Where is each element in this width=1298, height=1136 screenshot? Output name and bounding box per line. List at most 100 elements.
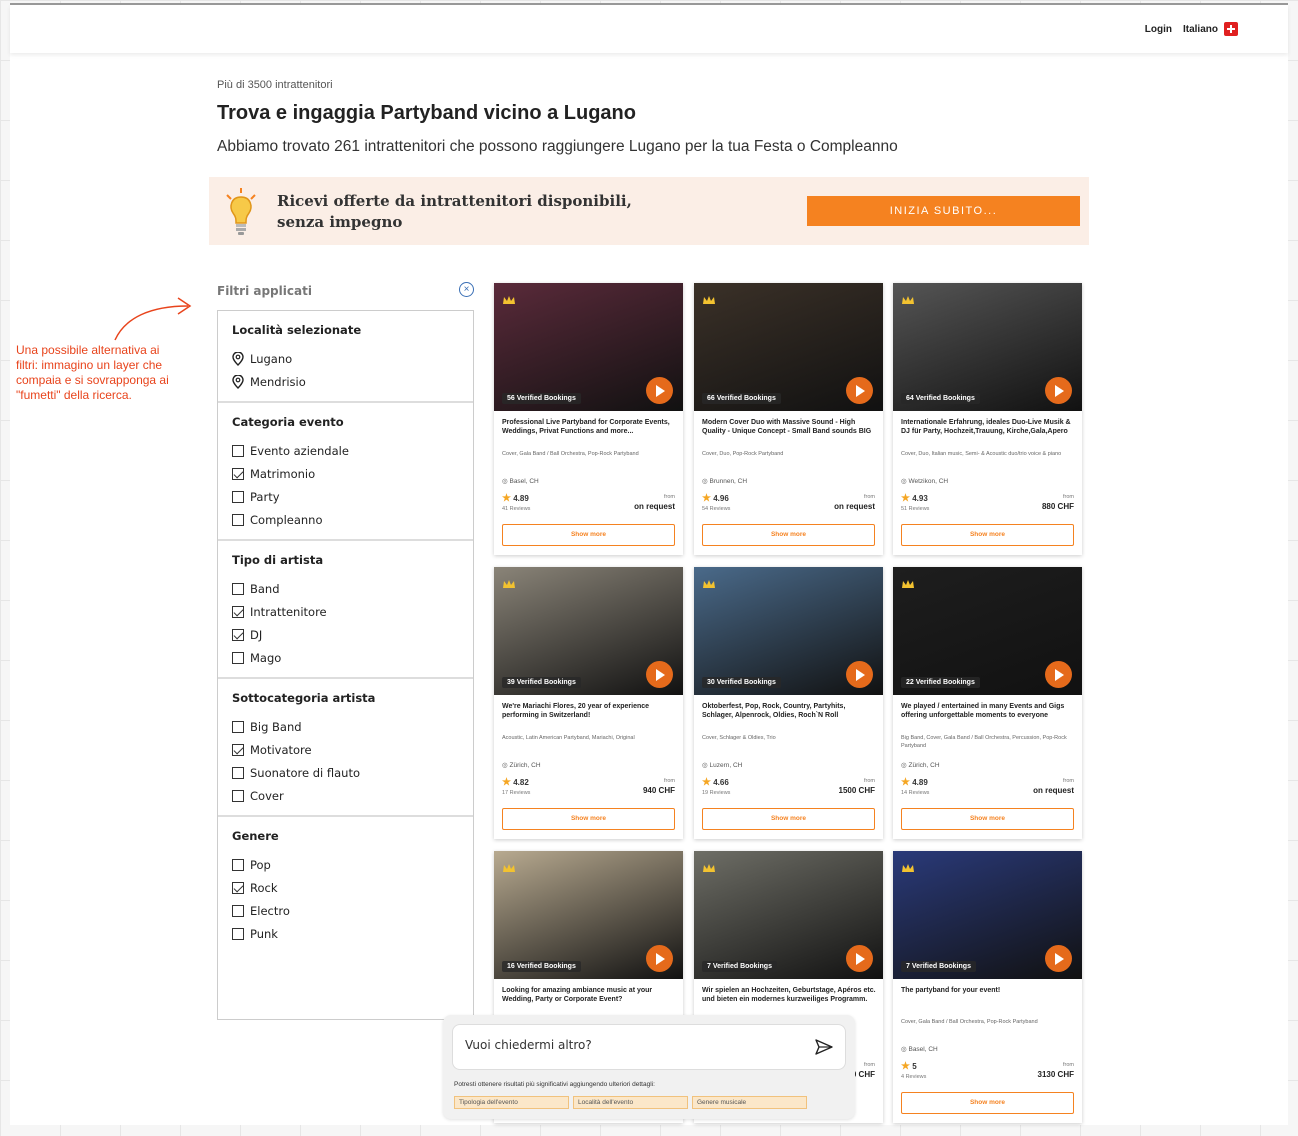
card-location: ◎ Luzern, CH: [702, 762, 743, 769]
crown-icon: [703, 296, 715, 304]
filter-option[interactable]: Mago: [232, 646, 473, 669]
chip-music-genre[interactable]: Genere musicale: [692, 1096, 807, 1109]
checkbox[interactable]: [232, 720, 244, 733]
checkbox[interactable]: [232, 789, 244, 802]
chip-event-type[interactable]: Tipologia dell'evento: [454, 1096, 569, 1109]
card-location-text: Zürich, CH: [509, 762, 541, 769]
chip-event-location[interactable]: Località dell'evento: [573, 1096, 688, 1109]
filters-box: Località selezionate Lugano Mendrisio Categ…: [217, 310, 474, 1020]
checkbox[interactable]: [232, 904, 244, 917]
play-video-icon[interactable]: [846, 377, 873, 404]
filter-option[interactable]: Rock: [232, 876, 473, 899]
filter-option[interactable]: Cover: [232, 784, 473, 807]
artist-card[interactable]: 22 Verified Bookings We played / enterta…: [893, 567, 1082, 839]
artist-photo[interactable]: 64 Verified Bookings: [893, 283, 1082, 411]
checkbox-checked[interactable]: [232, 467, 244, 480]
checkbox[interactable]: [232, 490, 244, 503]
show-more-button[interactable]: Show more: [702, 524, 875, 546]
artist-photo[interactable]: 22 Verified Bookings: [893, 567, 1082, 695]
checkbox[interactable]: [232, 444, 244, 457]
filter-option[interactable]: Band: [232, 577, 473, 600]
filter-option-label: Suonatore di flauto: [250, 765, 360, 780]
design-annotation: Una possibile alternativa ai filtri: imm…: [16, 343, 169, 402]
play-video-icon[interactable]: [1045, 661, 1072, 688]
login-link[interactable]: Login: [1145, 24, 1172, 35]
card-tags: Cover, Schlager & Oldies, Trio: [702, 735, 776, 741]
filter-option[interactable]: Electro: [232, 899, 473, 922]
artist-card[interactable]: 56 Verified Bookings Professional Live P…: [494, 283, 683, 555]
play-video-icon[interactable]: [646, 945, 673, 972]
show-more-button[interactable]: Show more: [901, 808, 1074, 830]
artist-photo[interactable]: 16 Verified Bookings: [494, 851, 683, 979]
checkbox[interactable]: [232, 513, 244, 526]
filter-option[interactable]: DJ: [232, 623, 473, 646]
clear-filters-icon[interactable]: ×: [459, 282, 474, 297]
checkbox[interactable]: [232, 766, 244, 779]
card-location-text: Zürich, CH: [908, 762, 940, 769]
artist-card[interactable]: 39 Verified Bookings We're Mariachi Flor…: [494, 567, 683, 839]
filter-section: Genere Pop Rock Electro Punk: [218, 817, 473, 953]
suggestion-chips: Tipologia dell'evento Località dell'even…: [454, 1096, 807, 1109]
verified-bookings-badge: 66 Verified Bookings: [702, 393, 781, 404]
artist-photo[interactable]: 56 Verified Bookings: [494, 283, 683, 411]
checkbox[interactable]: [232, 651, 244, 664]
filter-option-label: Party: [250, 489, 280, 504]
card-price: 880 CHF: [1041, 502, 1074, 511]
checkbox-checked[interactable]: [232, 628, 244, 641]
artist-photo[interactable]: 39 Verified Bookings: [494, 567, 683, 695]
card-title: The partyband for your event!: [901, 987, 1001, 994]
show-more-button[interactable]: Show more: [702, 808, 875, 830]
filter-option[interactable]: Intrattenitore: [232, 600, 473, 623]
checkbox[interactable]: [232, 927, 244, 940]
checkbox-checked[interactable]: [232, 743, 244, 756]
play-video-icon[interactable]: [1045, 377, 1072, 404]
filter-option[interactable]: Compleanno: [232, 508, 473, 531]
filter-option[interactable]: Motivatore: [232, 738, 473, 761]
chat-input[interactable]: Vuoi chiedermi altro?: [452, 1024, 846, 1070]
play-video-icon[interactable]: [646, 661, 673, 688]
play-video-icon[interactable]: [1045, 945, 1072, 972]
show-more-button[interactable]: Show more: [502, 808, 675, 830]
card-price: 940 CHF: [642, 786, 675, 795]
app-frame: Login Italiano Più di 3500 intrattenitor…: [10, 3, 1288, 1125]
language-selector[interactable]: Italiano: [1183, 24, 1218, 35]
show-more-button[interactable]: Show more: [901, 524, 1074, 546]
verified-bookings-badge: 7 Verified Bookings: [901, 961, 976, 972]
location-item[interactable]: Mendrisio: [232, 370, 473, 393]
filter-option-label: Band: [250, 581, 280, 596]
artist-photo[interactable]: 66 Verified Bookings: [694, 283, 883, 411]
filter-option[interactable]: Punk: [232, 922, 473, 945]
card-from-label: from: [664, 494, 675, 500]
play-video-icon[interactable]: [846, 945, 873, 972]
artist-photo[interactable]: 7 Verified Bookings: [694, 851, 883, 979]
artist-photo[interactable]: 30 Verified Bookings: [694, 567, 883, 695]
card-from-label: from: [1063, 778, 1074, 784]
filter-option[interactable]: Suonatore di flauto: [232, 761, 473, 784]
filter-option[interactable]: Matrimonio: [232, 462, 473, 485]
swiss-flag-icon[interactable]: [1224, 22, 1238, 36]
artist-card[interactable]: 64 Verified Bookings Internationale Erfa…: [893, 283, 1082, 555]
artist-card[interactable]: 66 Verified Bookings Modern Cover Duo wi…: [694, 283, 883, 555]
artist-card[interactable]: 7 Verified Bookings The partyband for yo…: [893, 851, 1082, 1123]
show-more-button[interactable]: Show more: [901, 1092, 1074, 1114]
filter-option[interactable]: Evento aziendale: [232, 439, 473, 462]
checkbox[interactable]: [232, 858, 244, 871]
filter-option[interactable]: Party: [232, 485, 473, 508]
start-now-button[interactable]: INIZIA SUBITO...: [807, 196, 1080, 226]
filter-option[interactable]: Pop: [232, 853, 473, 876]
checkbox[interactable]: [232, 582, 244, 595]
play-video-icon[interactable]: [646, 377, 673, 404]
location-item[interactable]: Lugano: [232, 347, 473, 370]
play-video-icon[interactable]: [846, 661, 873, 688]
verified-bookings-badge: 64 Verified Bookings: [901, 393, 980, 404]
card-reviews: 4 Reviews: [901, 1074, 927, 1080]
send-icon[interactable]: [815, 1039, 833, 1055]
artist-photo[interactable]: 7 Verified Bookings: [893, 851, 1082, 979]
show-more-button[interactable]: Show more: [502, 524, 675, 546]
checkbox-checked[interactable]: [232, 881, 244, 894]
card-price: on request: [634, 502, 675, 511]
filter-option[interactable]: Big Band: [232, 715, 473, 738]
artist-card[interactable]: 30 Verified Bookings Oktoberfest, Pop, R…: [694, 567, 883, 839]
checkbox-checked[interactable]: [232, 605, 244, 618]
card-rating-value: 4.89: [912, 778, 928, 787]
